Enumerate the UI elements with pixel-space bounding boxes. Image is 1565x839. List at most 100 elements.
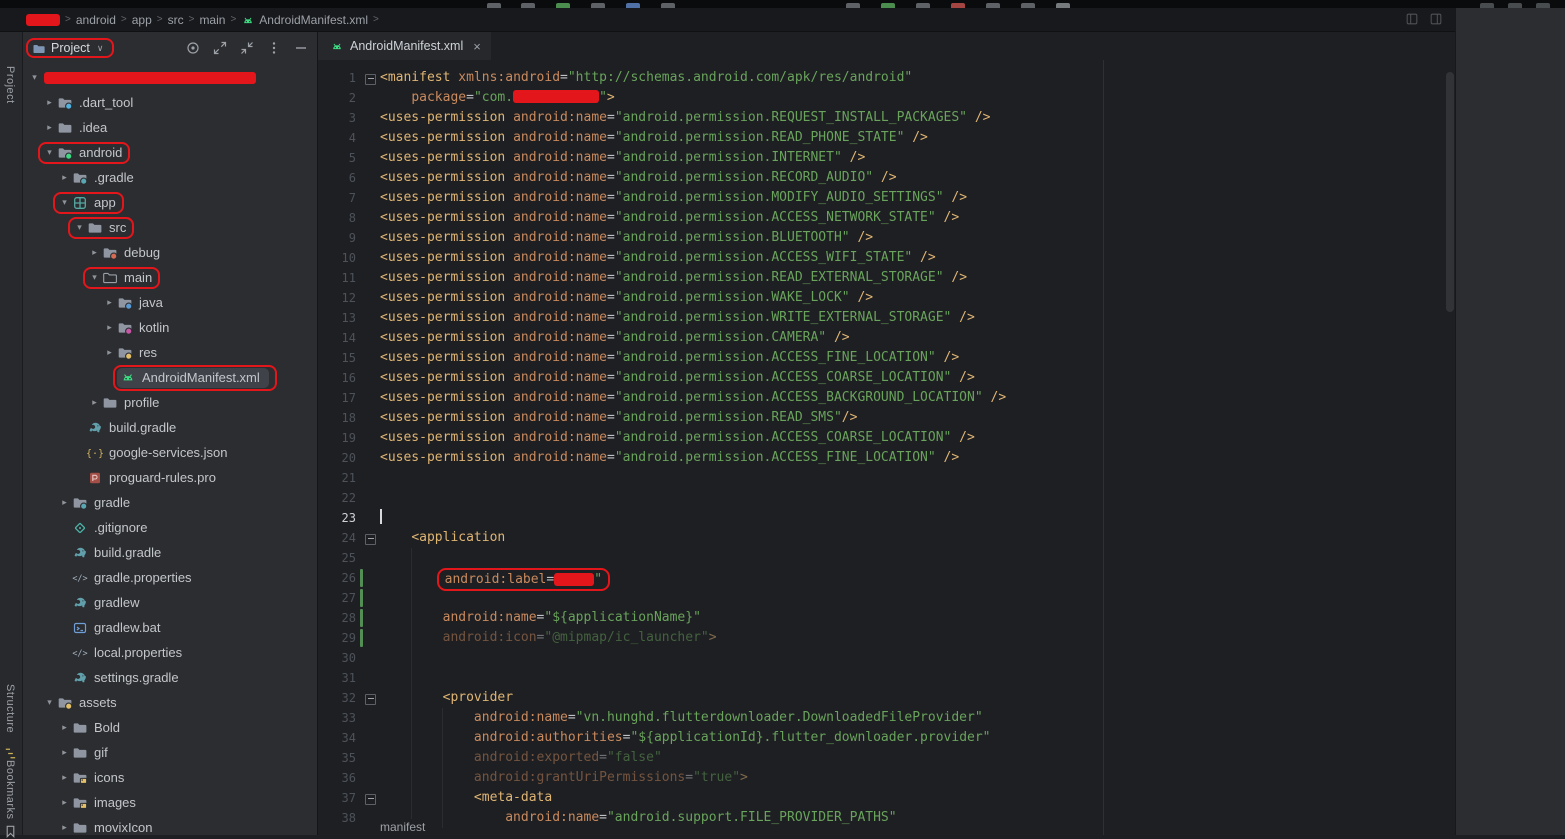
code-line-14[interactable]: 14<uses-permission android:name="android…	[318, 328, 1455, 348]
tree-item-assets[interactable]: ▾assets	[22, 690, 317, 715]
breadcrumb-item-android[interactable]: android	[76, 13, 116, 27]
layout-left-icon[interactable]	[1405, 12, 1419, 29]
code-line-23[interactable]: 23	[318, 508, 1455, 528]
code-line-18[interactable]: 18<uses-permission android:name="android…	[318, 408, 1455, 428]
code-line-4[interactable]: 4<uses-permission android:name="android.…	[318, 128, 1455, 148]
tree-item-icons[interactable]: ▸icons	[22, 765, 317, 790]
tree-chevron-icon[interactable]: ▸	[57, 172, 72, 183]
code-line-1[interactable]: 1<manifest xmlns:android="http://schemas…	[318, 68, 1455, 88]
tree-item-movixicon[interactable]: ▸movixIcon	[22, 815, 317, 835]
code-line-2[interactable]: 2 package="com.">	[318, 88, 1455, 108]
tree-chevron-icon[interactable]: ▾	[72, 222, 87, 233]
tree-item-idea[interactable]: ▸.idea	[22, 115, 317, 140]
fold-icon[interactable]	[365, 534, 376, 545]
code-line-22[interactable]: 22	[318, 488, 1455, 508]
expand-all-icon[interactable]	[212, 40, 228, 56]
breadcrumb-item-androidmanifest-xml[interactable]: AndroidManifest.xml	[241, 13, 368, 27]
tree-chevron-icon[interactable]: ▸	[57, 497, 72, 508]
code-line-20[interactable]: 20<uses-permission android:name="android…	[318, 448, 1455, 468]
code-line-26[interactable]: 26 android:label="	[318, 568, 1455, 588]
code-line-3[interactable]: 3<uses-permission android:name="android.…	[318, 108, 1455, 128]
code-line-27[interactable]: 27	[318, 588, 1455, 608]
tree-chevron-icon[interactable]: ▾	[42, 697, 57, 708]
tree-item-debug[interactable]: ▸debug	[22, 240, 317, 265]
locate-icon[interactable]	[185, 40, 201, 56]
project-view-selector[interactable]: Project ∨	[26, 38, 114, 58]
tree-item-gitignore[interactable]: .gitignore	[22, 515, 317, 540]
code-line-37[interactable]: 37 <meta-data	[318, 788, 1455, 808]
tree-item-root-redacted[interactable]: ▾	[22, 65, 317, 90]
code-line-6[interactable]: 6<uses-permission android:name="android.…	[318, 168, 1455, 188]
code-line-25[interactable]: 25	[318, 548, 1455, 568]
breadcrumb-item-main[interactable]: main	[199, 13, 225, 27]
tree-chevron-icon[interactable]: ▸	[87, 397, 102, 408]
code-line-11[interactable]: 11<uses-permission android:name="android…	[318, 268, 1455, 288]
tree-chevron-icon[interactable]: ▸	[42, 97, 57, 108]
fold-icon[interactable]	[365, 794, 376, 805]
tree-item-java[interactable]: ▸java	[22, 290, 317, 315]
tree-chevron-icon[interactable]: ▸	[42, 122, 57, 133]
tree-chevron-icon[interactable]: ▸	[57, 722, 72, 733]
layout-right-icon[interactable]	[1429, 12, 1443, 29]
code-line-32[interactable]: 32 <provider	[318, 688, 1455, 708]
tree-chevron-icon[interactable]: ▸	[57, 772, 72, 783]
tool-stripe-bookmarks[interactable]: Bookmarks	[4, 760, 16, 820]
code-line-12[interactable]: 12<uses-permission android:name="android…	[318, 288, 1455, 308]
scrollbar[interactable]	[1446, 72, 1454, 312]
tree-item-android[interactable]: ▾android	[22, 140, 317, 165]
tree-item-images[interactable]: ▸images	[22, 790, 317, 815]
tool-stripe-structure[interactable]: Structure	[4, 684, 16, 733]
code-line-30[interactable]: 30	[318, 648, 1455, 668]
close-icon[interactable]: ×	[473, 39, 481, 54]
tree-item-src[interactable]: ▾src	[22, 215, 317, 240]
code-line-38[interactable]: 38 android:name="android.support.FILE_PR…	[318, 808, 1455, 828]
tree-item-bold[interactable]: ▸Bold	[22, 715, 317, 740]
more-options-icon[interactable]	[266, 40, 282, 56]
tree-item-build-gradle[interactable]: build.gradle	[22, 540, 317, 565]
tree-item-profile[interactable]: ▸profile	[22, 390, 317, 415]
tree-chevron-icon[interactable]: ▸	[87, 247, 102, 258]
breadcrumb-manifest[interactable]: manifest	[374, 819, 433, 835]
code-line-29[interactable]: 29 android:icon="@mipmap/ic_launcher">	[318, 628, 1455, 648]
tree-item-res[interactable]: ▸res	[22, 340, 317, 365]
code-line-8[interactable]: 8<uses-permission android:name="android.…	[318, 208, 1455, 228]
bookmarks-icon[interactable]	[3, 824, 18, 839]
breadcrumb-item-app[interactable]: app	[132, 13, 152, 27]
code-line-31[interactable]: 31	[318, 668, 1455, 688]
tree-chevron-icon[interactable]: ▾	[87, 272, 102, 283]
tree-item-main[interactable]: ▾main	[22, 265, 317, 290]
code-line-13[interactable]: 13<uses-permission android:name="android…	[318, 308, 1455, 328]
tree-chevron-icon[interactable]: ▾	[57, 197, 72, 208]
tool-stripe-project[interactable]: Project	[4, 66, 16, 104]
tree-chevron-icon[interactable]: ▸	[102, 322, 117, 333]
tree-item-build-gradle[interactable]: build.gradle	[22, 415, 317, 440]
tree-item-gradle[interactable]: ▸gradle	[22, 490, 317, 515]
tree-item-dart-tool[interactable]: ▸.dart_tool	[22, 90, 317, 115]
code-line-5[interactable]: 5<uses-permission android:name="android.…	[318, 148, 1455, 168]
tree-item-gradle-properties[interactable]: </>gradle.properties	[22, 565, 317, 590]
code-line-9[interactable]: 9<uses-permission android:name="android.…	[318, 228, 1455, 248]
structure-icon[interactable]	[3, 746, 18, 761]
tree-chevron-icon[interactable]: ▾	[27, 72, 42, 83]
code-line-17[interactable]: 17<uses-permission android:name="android…	[318, 388, 1455, 408]
code-line-36[interactable]: 36 android:grantUriPermissions="true">	[318, 768, 1455, 788]
fold-icon[interactable]	[365, 694, 376, 705]
tree-item-androidmanifest-xml[interactable]: AndroidManifest.xml	[22, 365, 317, 390]
tree-item-settings-gradle[interactable]: settings.gradle	[22, 665, 317, 690]
code-line-33[interactable]: 33 android:name="vn.hunghd.flutterdownlo…	[318, 708, 1455, 728]
code-line-15[interactable]: 15<uses-permission android:name="android…	[318, 348, 1455, 368]
tree-chevron-icon[interactable]: ▸	[57, 822, 72, 833]
code-line-21[interactable]: 21	[318, 468, 1455, 488]
code-line-7[interactable]: 7<uses-permission android:name="android.…	[318, 188, 1455, 208]
breadcrumb-item-redacted[interactable]	[26, 14, 60, 26]
tree-chevron-icon[interactable]: ▾	[42, 147, 57, 158]
tree-item-gradlew-bat[interactable]: gradlew.bat	[22, 615, 317, 640]
code-line-28[interactable]: 28 android:name="${applicationName}"	[318, 608, 1455, 628]
tree-item-proguard-rules-pro[interactable]: proguard-rules.pro	[22, 465, 317, 490]
code-editor[interactable]: 1<manifest xmlns:android="http://schemas…	[318, 60, 1455, 835]
code-line-16[interactable]: 16<uses-permission android:name="android…	[318, 368, 1455, 388]
tree-chevron-icon[interactable]: ▸	[57, 747, 72, 758]
code-line-19[interactable]: 19<uses-permission android:name="android…	[318, 428, 1455, 448]
code-line-24[interactable]: 24 <application	[318, 528, 1455, 548]
tree-item-google-services-json[interactable]: {·}google-services.json	[22, 440, 317, 465]
